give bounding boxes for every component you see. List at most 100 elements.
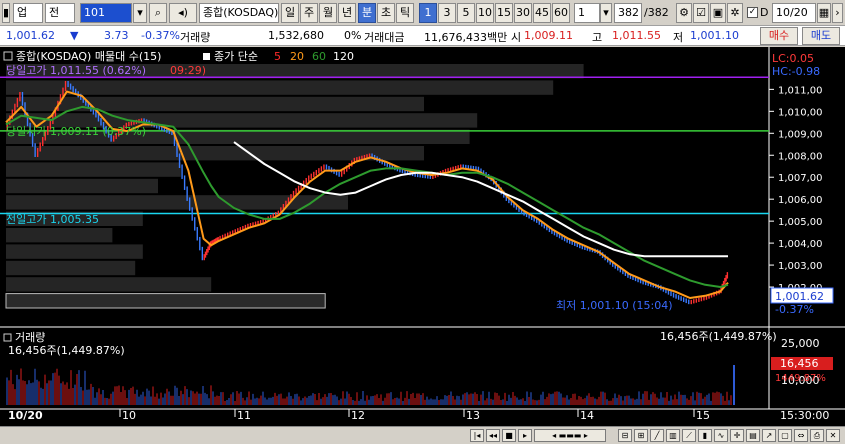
legend-ma-label: 종가 단순 [214,50,258,63]
last-price-label: 1,001.62 [775,290,824,303]
settings-icon[interactable]: ⚙ [676,3,692,23]
close-icon[interactable]: ✕ [826,429,840,442]
price-chart[interactable]: 1,011,00 1,010,00 1,009,00 1,008,00 1,007,00… [0,47,845,426]
search-icon[interactable]: ⌕ [149,3,167,23]
interval-10[interactable]: 10 [476,3,494,23]
stop-icon[interactable]: ■ [502,429,516,442]
gear-icon[interactable]: ✲ [727,3,743,23]
interval-60[interactable]: 60 [552,3,570,23]
open-value: 1,009.11 [524,29,573,42]
count-total: /382 [644,6,669,19]
date-input[interactable]: 10/20 [772,3,816,23]
print-icon[interactable]: ⎙ [810,429,824,442]
price-tick-label: 1,005,00 [778,217,823,228]
scroll-next-icon[interactable]: ▸ [518,429,532,442]
time-label-date: 10/20 [8,409,43,422]
candle-tool-icon[interactable]: ▮ [698,429,712,442]
price-tick-label: 1,010,00 [778,107,823,118]
scroll-right-icon[interactable]: › [832,3,843,23]
code-input[interactable]: 101 [80,3,132,23]
low-label: 저 [673,31,684,44]
fit-tool-icon[interactable]: ⇔ [794,429,808,442]
interval-15[interactable]: 15 [495,3,513,23]
legend-ma-20: 20 [290,50,304,63]
open-label: 시 [511,31,522,44]
cross-tool-icon[interactable]: ✛ [730,429,744,442]
volume-value-right: 16,456주(1,449.87%) [660,330,777,343]
today-high-time: 09:29) [170,64,206,77]
market-select[interactable]: 업 [13,3,43,23]
time-label-11: 11 [237,409,251,422]
count-input[interactable]: 382 [614,3,642,23]
volume-profile-bar [6,195,348,210]
tab-tick[interactable]: 틱 [396,3,414,23]
index-name-field: 종합(KOSDAQ) [199,3,279,23]
tab-year[interactable]: 년 [338,3,356,23]
tab-week[interactable]: 주 [300,3,318,23]
today-open-label: 당일시가 1,009.11 (0.37%) [6,124,146,138]
volume-profile-bar [6,80,554,95]
volume-profile-bar [6,228,113,243]
arrow-tool-icon[interactable]: ↗ [762,429,776,442]
price-tick-label: 1,004,00 [778,239,823,250]
bar-tool-icon[interactable]: ▥ [666,429,680,442]
period-select[interactable]: 전 [45,3,75,23]
scroll-first-icon[interactable]: |◂ [470,429,484,442]
box-tool-icon[interactable]: ▢ [778,429,792,442]
legend-name: 종합(KOSDAQ) 매물대 수(15) [16,50,161,63]
time-label-13: 13 [466,409,480,422]
interval-30[interactable]: 30 [514,3,532,23]
checkmark-icon[interactable]: ☑ [693,3,709,23]
date-checkbox[interactable]: ✓ [747,7,758,18]
interval-dropdown-icon[interactable]: ▾ [600,3,612,23]
tab-minute[interactable]: 분 [358,3,376,23]
code-dropdown-icon[interactable]: ▾ [133,3,147,23]
volume-box-icon [3,333,12,342]
interval-1[interactable]: 1 [419,3,437,23]
save-icon[interactable]: ▣ [710,3,726,23]
line-tool-icon[interactable]: ╱ [650,429,664,442]
amount-value: 11,676,433백만 [424,31,508,44]
price-tick-label: 1,003,00 [778,261,823,272]
buy-button[interactable]: 매수 [760,27,798,45]
indicator-tool-icon[interactable]: ∿ [714,429,728,442]
sell-button[interactable]: 매도 [802,27,840,45]
scrollbar-track[interactable]: ◂ ▬▬▬ ▸ [534,429,606,442]
volume-profile-bar [6,244,143,259]
tab-day[interactable]: 일 [281,3,299,23]
volume-bars [6,365,735,405]
high-label: 고 [592,31,603,44]
price-tick-label: 1,008,00 [778,151,823,162]
interval-3[interactable]: 3 [438,3,456,23]
price-tick-label: 1,007,00 [778,173,823,184]
legend-close-swatch [203,53,210,60]
trend-tool-icon[interactable]: ⟋ [682,429,696,442]
lc-label: LC:0.05 [772,52,814,65]
tab-second[interactable]: 초 [377,3,395,23]
price-tick-label: 1,011,00 [778,85,823,96]
chart-canvas[interactable]: 1,011,00 1,010,00 1,009,00 1,008,00 1,007,00… [0,47,845,426]
prev-high-label: 전일고가 1,005.35 [6,212,99,226]
zoom-out-icon[interactable]: ⊟ [618,429,632,442]
panel-toggle[interactable]: ▮ [2,3,10,23]
scroll-prev-icon[interactable]: ◂◂ [486,429,500,442]
time-label-12: 12 [351,409,365,422]
legend-ma-5: 5 [274,50,281,63]
time-label-14: 14 [580,409,594,422]
interval-select[interactable]: 1 [574,3,600,23]
zoom-in-icon[interactable]: ⊞ [634,429,648,442]
checkbox-label: D [760,6,769,19]
change-percent: -0.37% [141,29,180,42]
speaker-icon[interactable]: ◂) [169,3,197,23]
calendar-icon[interactable]: ▦ [817,3,831,23]
legend-ma-60: 60 [312,50,326,63]
price-tick-label: 1,006,00 [778,195,823,206]
volume-value: 1,532,680 [268,29,324,42]
interval-45[interactable]: 45 [533,3,551,23]
volume-last-pct: 1449.87% [775,373,826,384]
low-value: 1,001.10 [690,29,739,42]
last-pct-label: -0.37% [775,303,814,316]
tab-month[interactable]: 월 [319,3,337,23]
interval-5[interactable]: 5 [457,3,475,23]
chart-type-icon[interactable]: ▤ [746,429,760,442]
